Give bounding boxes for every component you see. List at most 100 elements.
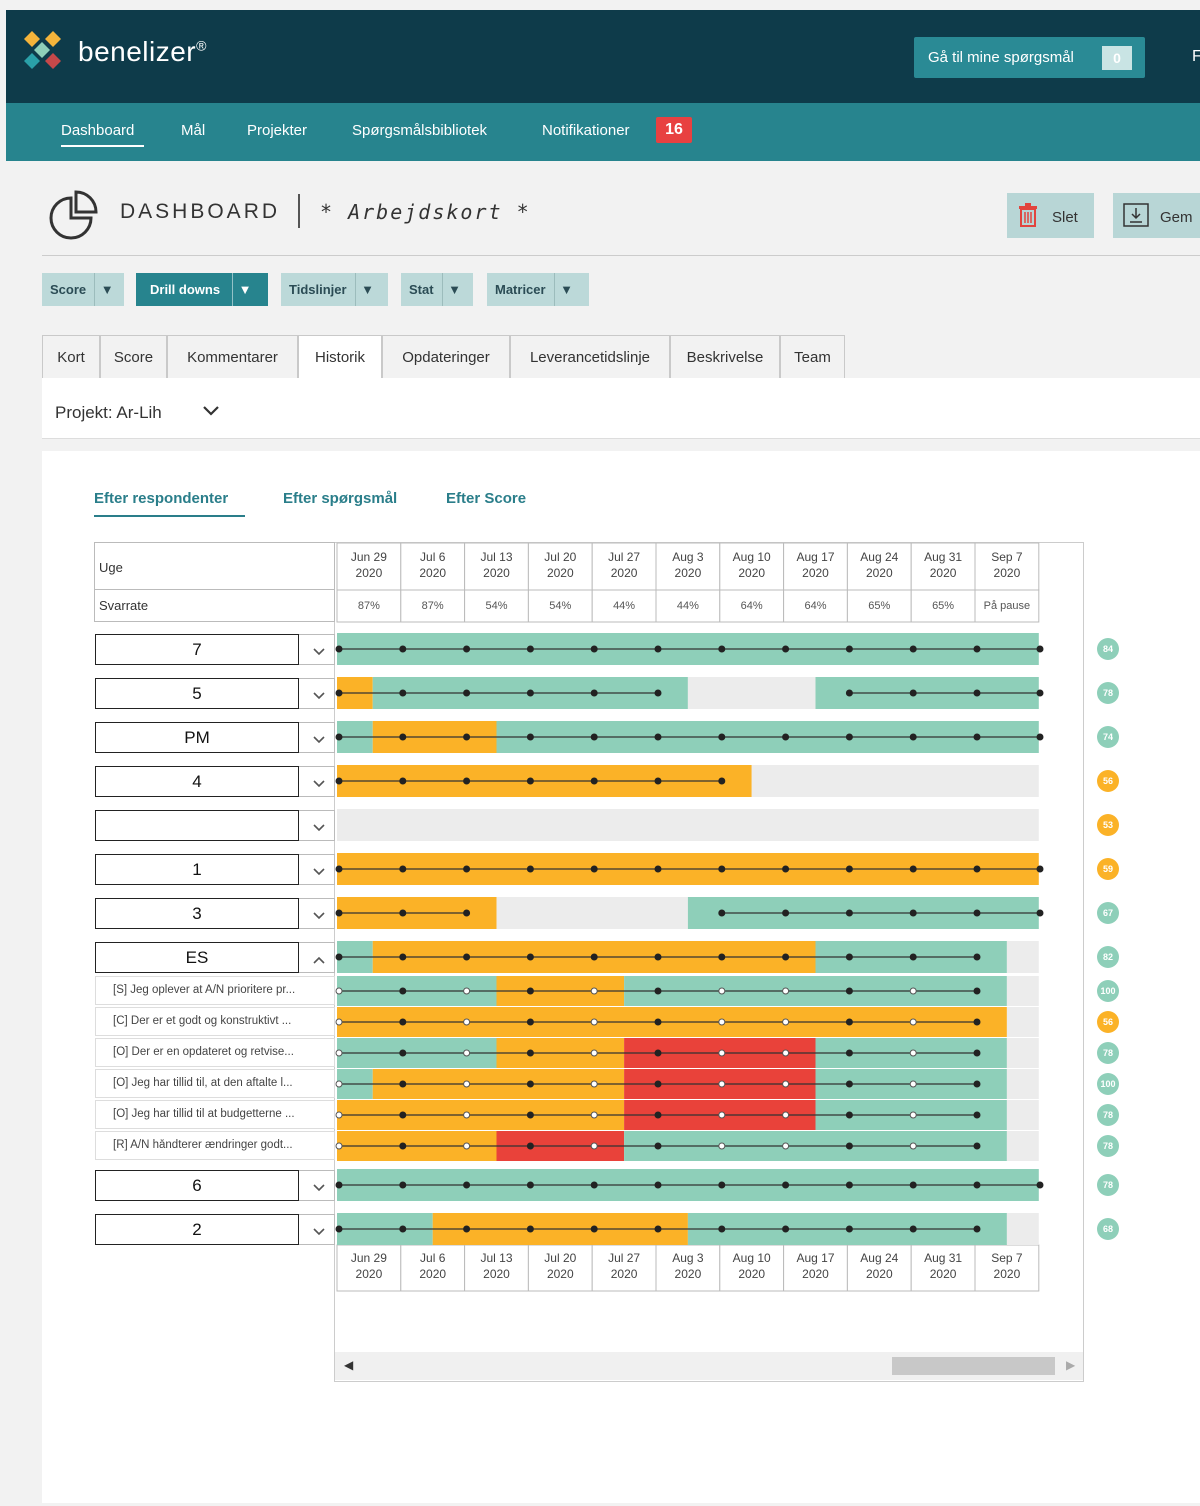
data-point[interactable]	[1036, 689, 1044, 697]
data-point[interactable]	[463, 1080, 471, 1088]
chevron-down-icon[interactable]	[312, 688, 326, 700]
data-point[interactable]	[845, 1225, 853, 1233]
data-point[interactable]	[782, 1018, 790, 1026]
chevron-down-icon[interactable]	[312, 1180, 326, 1192]
data-point[interactable]	[909, 733, 917, 741]
data-point[interactable]	[463, 777, 471, 785]
data-point[interactable]	[973, 689, 981, 697]
data-point[interactable]	[1036, 865, 1044, 873]
data-point[interactable]	[463, 1049, 471, 1057]
data-point[interactable]	[335, 777, 343, 785]
data-point[interactable]	[399, 1080, 407, 1088]
data-point[interactable]	[909, 1142, 917, 1150]
data-point[interactable]	[718, 733, 726, 741]
data-point[interactable]	[845, 1080, 853, 1088]
data-point[interactable]	[335, 865, 343, 873]
data-point[interactable]	[845, 1049, 853, 1057]
data-point[interactable]	[782, 1181, 790, 1189]
data-point[interactable]	[845, 1018, 853, 1026]
chevron-down-icon[interactable]	[312, 820, 326, 832]
data-point[interactable]	[845, 645, 853, 653]
data-point[interactable]	[909, 1049, 917, 1057]
data-point[interactable]	[973, 645, 981, 653]
data-point[interactable]	[973, 987, 981, 995]
data-point[interactable]	[526, 645, 534, 653]
data-point[interactable]	[590, 645, 598, 653]
data-point[interactable]	[463, 953, 471, 961]
scroll-left-arrow-icon[interactable]: ◀	[344, 1358, 353, 1372]
data-point[interactable]	[335, 645, 343, 653]
data-point[interactable]	[782, 645, 790, 653]
data-point[interactable]	[590, 1080, 598, 1088]
data-point[interactable]	[718, 987, 726, 995]
data-point[interactable]	[399, 1111, 407, 1119]
data-point[interactable]	[782, 1049, 790, 1057]
data-point[interactable]	[335, 1142, 343, 1150]
data-point[interactable]	[399, 1142, 407, 1150]
data-point[interactable]	[1036, 645, 1044, 653]
data-point[interactable]	[526, 689, 534, 697]
data-point[interactable]	[973, 1080, 981, 1088]
data-point[interactable]	[718, 1181, 726, 1189]
data-point[interactable]	[526, 733, 534, 741]
data-point[interactable]	[909, 689, 917, 697]
data-point[interactable]	[335, 909, 343, 917]
data-point[interactable]	[718, 1049, 726, 1057]
data-point[interactable]	[973, 733, 981, 741]
data-point[interactable]	[399, 777, 407, 785]
data-point[interactable]	[845, 1111, 853, 1119]
data-point[interactable]	[463, 987, 471, 995]
data-point[interactable]	[463, 1111, 471, 1119]
data-point[interactable]	[399, 1049, 407, 1057]
data-point[interactable]	[1036, 1181, 1044, 1189]
data-point[interactable]	[718, 777, 726, 785]
data-point[interactable]	[654, 1080, 662, 1088]
data-point[interactable]	[973, 1018, 981, 1026]
data-point[interactable]	[335, 1225, 343, 1233]
data-point[interactable]	[909, 1225, 917, 1233]
data-point[interactable]	[526, 953, 534, 961]
data-point[interactable]	[718, 1142, 726, 1150]
data-point[interactable]	[973, 1225, 981, 1233]
data-point[interactable]	[399, 1181, 407, 1189]
data-point[interactable]	[909, 909, 917, 917]
data-point[interactable]	[782, 909, 790, 917]
data-point[interactable]	[909, 1181, 917, 1189]
data-point[interactable]	[526, 1181, 534, 1189]
data-point[interactable]	[1036, 733, 1044, 741]
data-point[interactable]	[590, 987, 598, 995]
data-point[interactable]	[590, 865, 598, 873]
data-point[interactable]	[526, 865, 534, 873]
data-point[interactable]	[718, 1225, 726, 1233]
data-point[interactable]	[335, 1181, 343, 1189]
data-point[interactable]	[654, 1018, 662, 1026]
data-point[interactable]	[399, 1225, 407, 1233]
data-point[interactable]	[399, 909, 407, 917]
data-point[interactable]	[845, 733, 853, 741]
data-point[interactable]	[590, 1225, 598, 1233]
data-point[interactable]	[590, 777, 598, 785]
chevron-down-icon[interactable]	[312, 644, 326, 656]
data-point[interactable]	[590, 1018, 598, 1026]
data-point[interactable]	[654, 987, 662, 995]
data-point[interactable]	[973, 909, 981, 917]
data-point[interactable]	[526, 1225, 534, 1233]
data-point[interactable]	[1036, 909, 1044, 917]
data-point[interactable]	[718, 865, 726, 873]
data-point[interactable]	[654, 1225, 662, 1233]
data-point[interactable]	[654, 1142, 662, 1150]
data-point[interactable]	[909, 987, 917, 995]
data-point[interactable]	[399, 987, 407, 995]
data-point[interactable]	[909, 645, 917, 653]
data-point[interactable]	[590, 733, 598, 741]
data-point[interactable]	[526, 1080, 534, 1088]
data-point[interactable]	[463, 689, 471, 697]
data-point[interactable]	[399, 689, 407, 697]
data-point[interactable]	[782, 953, 790, 961]
data-point[interactable]	[463, 1018, 471, 1026]
data-point[interactable]	[973, 1181, 981, 1189]
data-point[interactable]	[782, 865, 790, 873]
data-point[interactable]	[399, 645, 407, 653]
data-point[interactable]	[463, 1142, 471, 1150]
data-point[interactable]	[718, 1018, 726, 1026]
